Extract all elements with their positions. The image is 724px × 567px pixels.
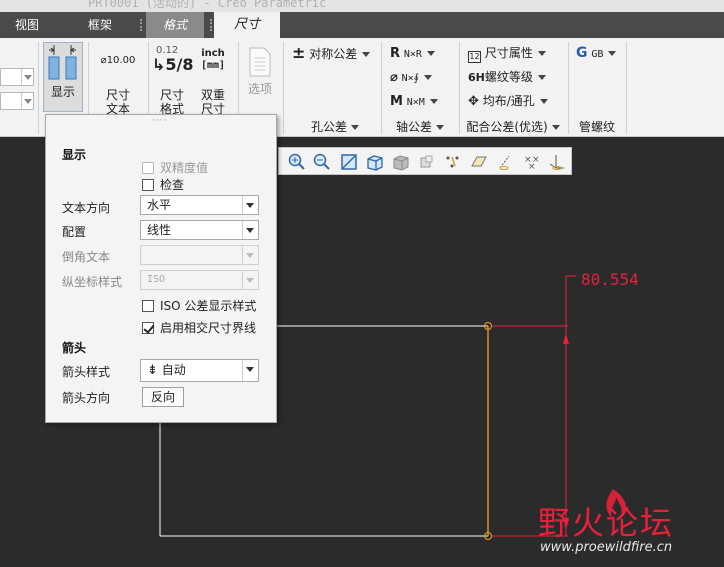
ordinate-style-select[interactable]: ISO	[140, 270, 259, 290]
display-section-header: 显示	[62, 148, 87, 162]
view-cube-icon[interactable]	[365, 152, 385, 172]
properties-icon: 12	[468, 51, 481, 63]
plus-minus-icon: ±	[292, 43, 306, 62]
shaft-m-button[interactable]: M N×M	[390, 91, 438, 111]
distribute-hole-label: 均布/通孔	[482, 94, 535, 108]
dimension-properties-button[interactable]: 12 尺寸属性	[468, 43, 546, 63]
shaft-diameter-button[interactable]: ⌀ N×∮	[390, 67, 432, 87]
display-options-panel: ···· 显示 双精度值 检查 文本方向 水平 配置 线性 倒角文本 纵坐标样式…	[45, 114, 277, 423]
arrow-direction-label: 箭头方向	[62, 391, 111, 405]
chevron-down-icon	[242, 360, 258, 381]
window-title-bar: PRT0001 (活动的) - Creo Parametric	[0, 0, 724, 12]
diameter-icon: ⌀	[390, 70, 398, 85]
checkbox-box-checked	[142, 322, 154, 334]
chamfer-text-label: 倒角文本	[62, 250, 111, 264]
fraction-icon: ↳5/8	[152, 55, 194, 74]
g-letter-icon: G	[576, 45, 588, 61]
datum-display-icon[interactable]	[443, 152, 463, 172]
display-style-icon[interactable]	[391, 152, 411, 172]
group-fit-tolerance[interactable]: 配合公差(优选)	[462, 118, 564, 135]
group-shaft-tolerance[interactable]: 轴公差	[388, 118, 452, 135]
configuration-select[interactable]: 线性	[140, 220, 259, 240]
arrow-style-label: 箭头样式	[62, 365, 111, 379]
auto-arrow-icon: ⇟	[147, 363, 158, 378]
intersecting-witness-checkbox[interactable]: 启用相交尺寸界线	[142, 319, 256, 336]
dual-dimension-icon: inch [mm]	[200, 48, 226, 71]
axis-display-icon[interactable]	[495, 152, 515, 172]
ordinate-style-label: 纵坐标样式	[62, 275, 123, 289]
crosshair-icon: ✥	[468, 94, 479, 109]
plane-display-icon[interactable]	[469, 152, 489, 172]
dual-precision-label: 双精度值	[160, 161, 209, 175]
window-title: PRT0001 (活动的) - Creo Parametric	[88, 0, 327, 10]
tab-format[interactable]: 格式	[146, 12, 204, 38]
svg-text:×: ×	[528, 162, 536, 172]
group-hole-tolerance[interactable]: 孔公差	[300, 118, 370, 135]
dual-precision-checkbox[interactable]: 双精度值	[142, 159, 208, 176]
iso-tolerance-display-label: ISO 公差显示样式	[160, 299, 257, 313]
configuration-label: 配置	[62, 225, 87, 239]
dual-dimension-label-1: 双重	[200, 88, 225, 102]
tab-separator	[140, 19, 142, 31]
refit-icon[interactable]	[339, 152, 359, 172]
distribute-hole-button[interactable]: ✥ 均布/通孔	[468, 91, 548, 111]
intersecting-witness-label: 启用相交尺寸界线	[160, 321, 257, 335]
zoom-out-icon[interactable]	[312, 152, 332, 172]
panel-grip[interactable]: ····	[152, 116, 167, 126]
watermark-url: www.proewildfire.cn	[540, 540, 673, 555]
dimension-text-button[interactable]: ⌀10.00 尺寸 文本	[96, 52, 140, 116]
csys-display-icon[interactable]	[547, 152, 567, 172]
chamfer-text-select[interactable]	[140, 245, 259, 265]
left-combo-bottom[interactable]	[0, 92, 34, 110]
saved-views-icon[interactable]	[417, 152, 437, 172]
dimension-value[interactable]: 80.554	[581, 270, 639, 289]
symmetric-tolerance-button[interactable]: ± 对称公差	[292, 43, 371, 63]
chevron-down-icon	[242, 221, 258, 239]
checkbox-box	[142, 300, 154, 312]
graphics-toolbar: × × ×	[278, 147, 572, 175]
tab-view[interactable]: 视图	[2, 12, 52, 38]
dual-dimension-button[interactable]: inch [mm] 双重 尺寸	[194, 48, 232, 116]
options-button-label: 选项	[247, 82, 272, 96]
arrow-section-header: 箭头	[62, 341, 87, 355]
tab-dimension[interactable]: 尺寸	[214, 12, 280, 38]
arrow-style-select[interactable]: ⇟ 自动	[140, 359, 259, 382]
reverse-button[interactable]: 反向	[142, 387, 184, 407]
checkbox-box	[142, 162, 154, 174]
group-pipe-thread: 管螺纹	[578, 120, 615, 134]
dimension-arrow-top	[563, 333, 569, 344]
left-combo-top[interactable]	[0, 68, 34, 86]
point-display-icon[interactable]: × ××	[521, 152, 541, 172]
text-direction-label: 文本方向	[62, 201, 111, 215]
ribbon-tab-bar: 视图 框架 格式 尺寸	[0, 12, 724, 38]
document-icon	[249, 47, 271, 77]
zoom-in-icon[interactable]	[287, 152, 307, 172]
dimension-text-label-1: 尺寸	[105, 88, 130, 102]
inspection-checkbox[interactable]: 检查	[142, 176, 184, 193]
chevron-down-icon	[242, 246, 258, 264]
display-button[interactable]: 显示	[43, 42, 83, 112]
symmetric-tolerance-label: 对称公差	[309, 47, 358, 61]
tab-separator	[210, 19, 212, 31]
tab-frame[interactable]: 框架	[72, 12, 128, 38]
shaft-r-button[interactable]: R N×R	[390, 43, 435, 63]
dimension-text-icon: ⌀10.00	[100, 55, 136, 66]
dimension-format-label-1: 尺寸	[159, 88, 184, 102]
watermark-logo: 野火论坛	[538, 504, 675, 542]
chevron-down-icon	[242, 271, 258, 289]
chevron-down-icon	[242, 196, 258, 214]
inspection-label: 检查	[160, 178, 185, 192]
thread-grade-button[interactable]: 6H螺纹等级	[468, 67, 546, 87]
dimension-format-button[interactable]: 0.12 ↳5/8 尺寸 格式	[152, 44, 194, 116]
display-button-label: 显示	[50, 85, 75, 99]
dimension-properties-label: 尺寸属性	[484, 46, 533, 60]
checkbox-box	[142, 179, 154, 191]
options-button[interactable]: 选项	[242, 46, 278, 96]
text-direction-select[interactable]: 水平	[140, 195, 259, 215]
iso-tolerance-display-checkbox[interactable]: ISO 公差显示样式	[142, 297, 256, 314]
gb-standard-button[interactable]: G GB	[576, 43, 617, 63]
display-icon	[48, 45, 77, 80]
dimension-format-icon: 0.12 ↳5/8	[152, 45, 194, 74]
